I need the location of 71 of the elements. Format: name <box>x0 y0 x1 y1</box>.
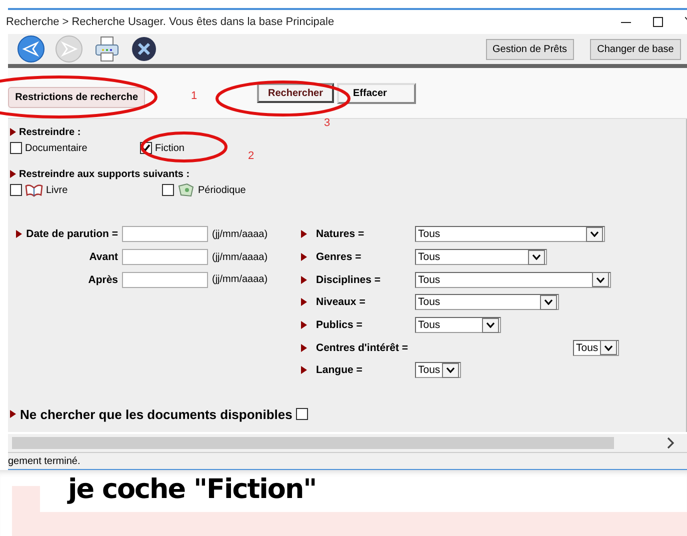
date-field[interactable] <box>122 226 208 242</box>
bullet-icon <box>301 230 307 238</box>
field-label: Langue = <box>316 364 362 376</box>
format-hint: (jj/mm/aaaa) <box>212 228 268 240</box>
field-label: Disciplines = <box>316 274 380 286</box>
bullet-icon <box>301 253 307 262</box>
field-label: Natures = <box>316 228 364 240</box>
chevron-down-icon <box>544 299 553 306</box>
annotation-number: 1 <box>191 90 198 102</box>
checkbox[interactable] <box>10 142 22 154</box>
option-label: Fiction <box>155 142 184 154</box>
section-heading: Restreindre : <box>19 126 81 138</box>
chevron-down-icon <box>596 276 605 283</box>
toolbar-button[interactable]: Changer de base <box>590 38 681 60</box>
bullet-icon <box>10 128 16 136</box>
clear-button[interactable]: Effacer <box>337 82 416 104</box>
format-hint: (jj/mm/aaaa) <box>212 274 268 286</box>
dropdown[interactable]: Tous <box>415 294 559 310</box>
dropdown[interactable]: Tous <box>415 362 461 378</box>
dropdown[interactable]: Tous <box>415 226 605 242</box>
status-text: gement terminé. <box>8 456 80 466</box>
field-label: Après <box>88 274 118 286</box>
printer-icon[interactable] <box>93 35 121 63</box>
annotation-number: 3 <box>324 117 330 129</box>
book-icon <box>25 183 43 197</box>
format-hint: (jj/mm/aaaa) <box>212 252 268 263</box>
checkbox[interactable] <box>296 408 308 420</box>
field-label: Genres = <box>316 251 362 264</box>
back-icon[interactable] <box>17 35 45 63</box>
bullet-icon <box>301 321 307 330</box>
field-label: Date de parution = <box>26 228 118 240</box>
bullet-icon <box>10 410 16 418</box>
option-label: Livre <box>46 184 68 196</box>
option-label: Documentaire <box>25 142 88 154</box>
dropdown[interactable]: Tous <box>415 272 611 288</box>
bullet-icon <box>16 230 22 238</box>
date-field[interactable] <box>122 272 208 288</box>
chevron-down-icon <box>604 344 613 351</box>
chevron-down-icon <box>532 254 541 260</box>
bullet-icon <box>10 170 16 178</box>
maximize-icon[interactable] <box>653 17 663 27</box>
chevron-right-icon[interactable] <box>667 437 675 449</box>
option-label: Périodique <box>198 184 246 196</box>
search-button[interactable]: Rechercher <box>257 83 334 103</box>
toolbar-button[interactable]: Gestion de Prêts <box>486 38 574 60</box>
field-label: Centres d'intérêt = <box>316 342 408 354</box>
dropdown[interactable]: Tous <box>415 249 547 266</box>
dropdown[interactable]: Tous <box>573 340 619 356</box>
chevron-down-icon <box>486 322 495 328</box>
annotation-number: 2 <box>248 150 254 162</box>
restrictions-button[interactable]: Restrictions de recherche <box>8 86 145 108</box>
dropdown[interactable]: Tous <box>415 317 501 334</box>
checkbox[interactable] <box>10 184 22 196</box>
scrollbar-thumb[interactable] <box>12 437 614 449</box>
chevron-down-icon <box>446 367 455 374</box>
chevron-down-icon <box>590 231 599 238</box>
checkbox[interactable] <box>162 184 174 196</box>
option-label: Ne chercher que les documents disponibles <box>20 406 292 422</box>
window-title: Recherche > Recherche Usager. Vous êtes dans la base Principale <box>6 16 336 28</box>
magazine-icon <box>177 183 195 197</box>
bullet-icon <box>301 366 307 374</box>
bullet-icon <box>301 276 307 284</box>
bullet-icon <box>301 298 307 306</box>
bullet-icon <box>301 344 307 352</box>
date-field[interactable] <box>122 249 208 266</box>
field-label: Publics = <box>316 319 362 332</box>
section-heading: Restreindre aux supports suivants : <box>19 168 190 180</box>
field-label: Avant <box>89 251 118 264</box>
cancel-icon[interactable] <box>131 36 157 62</box>
caption-text: je coche "Fiction" <box>68 474 316 505</box>
field-label: Niveaux = <box>316 296 366 308</box>
